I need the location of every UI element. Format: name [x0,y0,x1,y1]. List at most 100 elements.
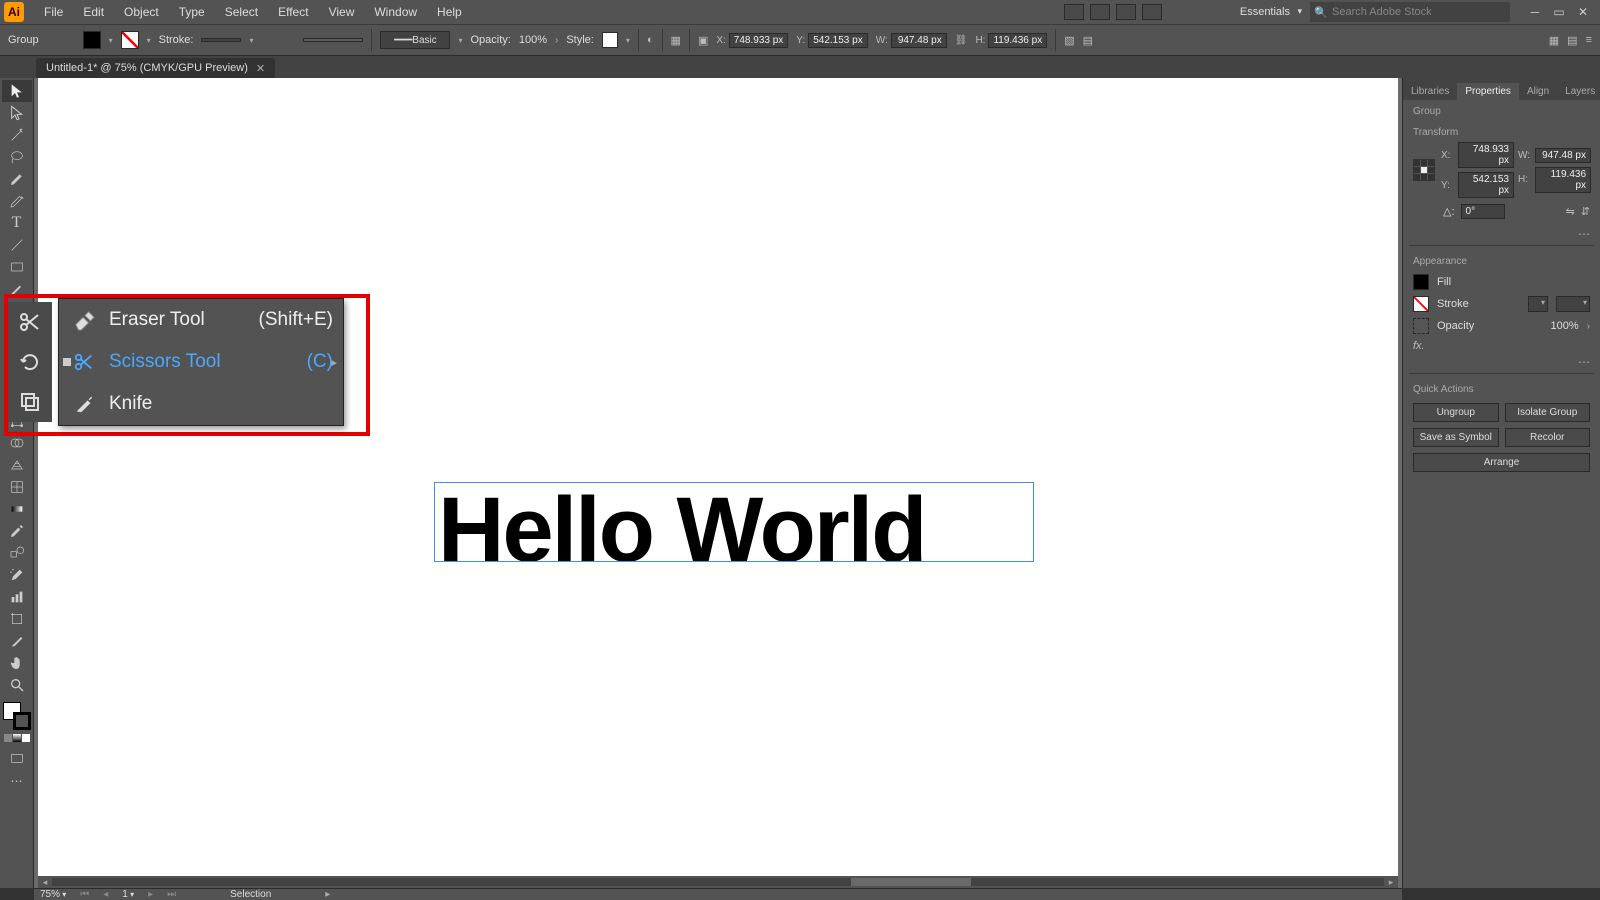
doc-icon-2[interactable] [1090,4,1110,20]
document-tab-close-icon[interactable]: ✕ [256,62,265,75]
stroke-weight-dropdown[interactable] [249,34,253,46]
artboard[interactable]: Hello World [38,78,1398,884]
gpu-icon[interactable] [1142,4,1162,20]
menu-type[interactable]: Type [169,5,215,19]
zoom-level[interactable]: 75% [40,889,66,900]
selection-bounding-box[interactable] [434,482,1034,562]
fx-icon[interactable]: fx. [1413,340,1425,352]
shape-builder-tool[interactable] [2,432,32,454]
flip-horizontal-icon[interactable]: ⇋ [1566,205,1575,218]
menu-edit[interactable]: Edit [73,5,114,19]
menu-object[interactable]: Object [114,5,169,19]
edit-toolbar-icon[interactable]: ⋯ [2,770,32,792]
document-tab[interactable]: Untitled-1* @ 75% (CMYK/GPU Preview) ✕ [36,58,275,78]
scroll-left-icon[interactable]: ◂ [38,877,52,888]
panel-stroke-weight[interactable] [1528,296,1548,312]
fill-dropdown[interactable] [109,34,113,46]
tab-properties[interactable]: Properties [1457,83,1519,100]
panel-stroke-swatch[interactable] [1413,296,1429,312]
paintbrush-tool[interactable] [2,278,32,300]
menu-window[interactable]: Window [364,5,427,19]
y-input[interactable]: 542.153 px [808,33,868,48]
doc-icon-1[interactable] [1064,4,1084,20]
panel-opacity-value[interactable]: 100% [1551,320,1579,332]
pen-tool[interactable] [2,168,32,190]
shape-options-icon[interactable]: ▤ [1083,34,1093,47]
flip-vertical-icon[interactable]: ⇵ [1581,205,1590,218]
scroll-right-icon[interactable]: ▸ [1384,877,1398,888]
eyedropper-tool[interactable] [2,520,32,542]
hand-tool[interactable] [2,652,32,674]
panel-view-2-icon[interactable]: ▤ [1567,34,1577,47]
flyout-scissors-tool[interactable]: Scissors Tool (C) ▸ [59,341,343,383]
recolor-icon[interactable]: ◐ [647,34,654,46]
color-mode-icon[interactable] [4,734,12,742]
transform-icon[interactable]: ▣ [698,34,708,47]
artboard-number[interactable]: 1 [122,889,134,900]
ungroup-button[interactable]: Ungroup [1413,403,1499,422]
minimize-icon[interactable]: ─ [1524,5,1546,19]
menu-view[interactable]: View [319,5,365,19]
isolate-group-button[interactable]: Isolate Group [1505,403,1591,422]
canvas-area[interactable]: Hello World ◂ ▸ [34,78,1402,888]
flyout-knife-tool[interactable]: Knife [59,383,343,425]
panel-angle-input[interactable]: 0° [1461,204,1505,219]
x-input[interactable]: 748.933 px [729,33,789,48]
close-icon[interactable]: ✕ [1572,5,1594,19]
perspective-grid-tool[interactable] [2,454,32,476]
symbol-sprayer-tool[interactable] [2,564,32,586]
w-input[interactable]: 947.48 px [891,33,947,48]
type-tool[interactable]: T [2,212,32,234]
transform-slot-icon[interactable] [8,382,52,422]
recolor-button[interactable]: Recolor [1505,428,1591,447]
graphic-style-swatch[interactable] [602,32,618,48]
stroke-weight-input[interactable] [201,38,241,42]
reference-point-selector[interactable] [1413,159,1435,181]
magic-wand-tool[interactable] [2,124,32,146]
opacity-value[interactable]: 100% [519,34,547,46]
flyout-eraser-tool[interactable]: Eraser Tool (Shift+E) [59,299,343,341]
mesh-tool[interactable] [2,476,32,498]
tab-libraries[interactable]: Libraries [1403,83,1457,100]
brush-dropdown[interactable] [458,34,462,46]
horizontal-scrollbar[interactable]: ◂ ▸ [38,876,1398,888]
none-mode-icon[interactable] [22,734,30,742]
arrange-docs-icon[interactable] [1116,4,1136,20]
artboard-nav-next-icon[interactable]: ▸ [148,889,153,900]
menu-effect[interactable]: Effect [268,5,318,19]
restore-icon[interactable]: ▭ [1548,5,1570,19]
brush-definition[interactable]: ━━━ Basic [380,31,450,49]
gradient-mode-icon[interactable] [13,734,21,742]
tab-align[interactable]: Align [1519,83,1557,100]
tab-layers[interactable]: Layers [1557,83,1600,100]
style-dropdown[interactable] [626,34,630,46]
opacity-arrow-icon[interactable]: › [555,35,558,46]
slice-tool[interactable] [2,630,32,652]
panel-h-input[interactable]: 119.436 px [1535,167,1591,193]
align-icon[interactable]: ▦ [671,34,681,47]
status-arrow-icon[interactable]: ▸ [325,889,330,900]
rotate-slot-icon[interactable] [8,342,52,382]
panel-opacity-icon[interactable] [1413,318,1429,334]
search-stock-input[interactable]: Search Adobe Stock [1310,2,1510,22]
menu-help[interactable]: Help [427,5,472,19]
opacity-expand-icon[interactable]: › [1587,321,1590,332]
transform-more-icon[interactable]: ⋯ [1403,227,1600,241]
panel-stroke-profile[interactable] [1556,296,1590,312]
lasso-tool[interactable] [2,146,32,168]
artboard-nav-first-icon[interactable]: ⏮ [80,889,89,900]
panel-y-input[interactable]: 542.153 px [1458,172,1514,198]
stroke-swatch[interactable] [121,31,139,49]
workspace-switcher[interactable]: Essentials [1234,4,1304,20]
fill-swatch[interactable] [83,31,101,49]
save-as-symbol-button[interactable]: Save as Symbol [1413,428,1499,447]
link-wh-icon[interactable]: ⛓ [955,35,968,46]
menu-select[interactable]: Select [215,5,268,19]
variable-width-profile[interactable] [303,38,363,42]
artboard-nav-prev-icon[interactable]: ◂ [103,889,108,900]
scissors-slot-icon[interactable] [8,302,52,342]
panel-view-1-icon[interactable]: ▦ [1549,34,1559,47]
panel-w-input[interactable]: 947.48 px [1535,148,1591,163]
rectangle-tool[interactable] [2,256,32,278]
line-tool[interactable] [2,234,32,256]
